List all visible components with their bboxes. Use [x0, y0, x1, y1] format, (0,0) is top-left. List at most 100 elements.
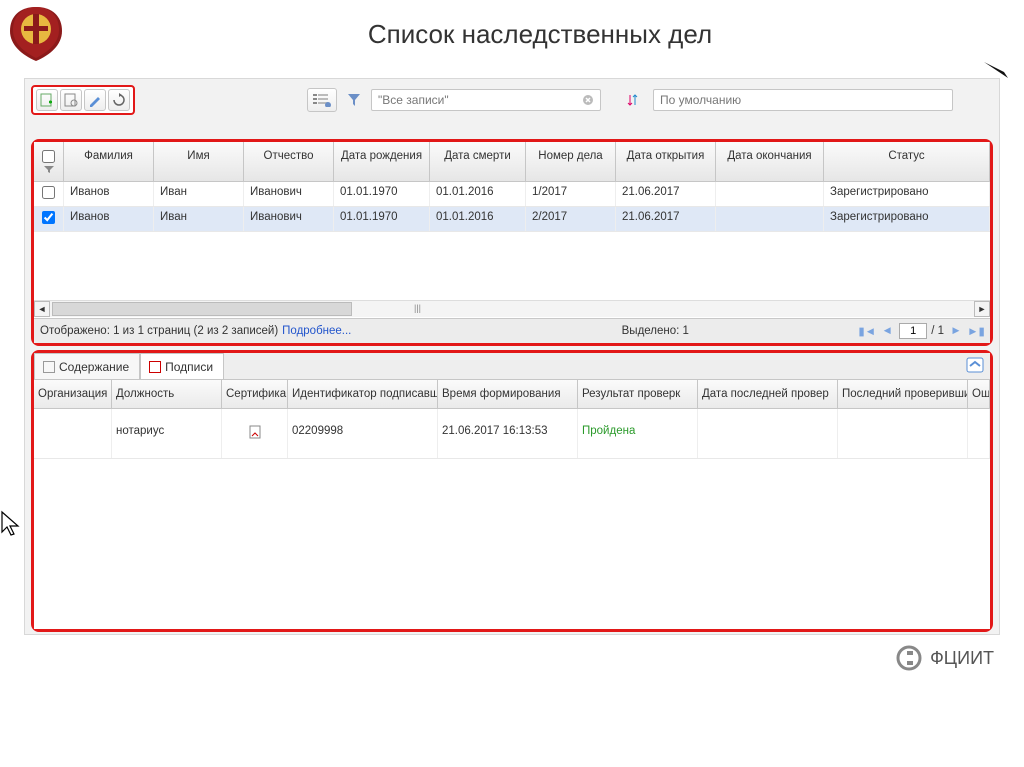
first-page-button[interactable]: ▮◄ [859, 323, 875, 339]
col-last[interactable]: Дата последней провер [698, 380, 838, 408]
col-id[interactable]: Идентификатор подписавш [288, 380, 438, 408]
cell-opened: 21.06.2017 [616, 207, 716, 231]
cell-time: 21.06.2017 16:13:53 [438, 409, 578, 458]
scroll-right-icon[interactable]: ► [974, 301, 990, 317]
cell-who [838, 409, 968, 458]
sort-dropdown[interactable]: По умолчанию [653, 89, 953, 111]
table-row[interactable]: Иванов Иван Иванович 01.01.1970 01.01.20… [34, 207, 990, 232]
cell-death: 01.01.2016 [430, 182, 526, 206]
main-panel: "Все записи" По умолчанию Фамилия Имя От… [24, 78, 1000, 635]
cell-birth: 01.01.1970 [334, 207, 430, 231]
add-button[interactable] [36, 89, 58, 111]
filter-dropdown[interactable]: "Все записи" [371, 89, 601, 111]
org-logo [6, 4, 66, 64]
cell-patronymic: Иванович [244, 182, 334, 206]
grid-header: Фамилия Имя Отчество Дата рождения Дата … [34, 142, 990, 182]
col-res[interactable]: Результат проверк [578, 380, 698, 408]
cell-status: Зарегистрировано [824, 207, 990, 231]
col-opened[interactable]: Дата открытия [616, 142, 716, 181]
cell-id: 02209998 [288, 409, 438, 458]
cell-closed [716, 207, 824, 231]
detail-empty-space [34, 459, 990, 629]
col-surname[interactable]: Фамилия [64, 142, 154, 181]
brand-logo-icon [896, 645, 922, 671]
col-name[interactable]: Имя [154, 142, 244, 181]
main-grid: Фамилия Имя Отчество Дата рождения Дата … [31, 139, 993, 346]
cell-caseno: 2/2017 [526, 207, 616, 231]
row-checkbox[interactable] [42, 186, 55, 199]
action-buttons [31, 85, 135, 115]
detail-header: Организация Должность Сертифика Идентифи… [34, 380, 990, 409]
displayed-label: Отображено: 1 из 1 страниц (2 из 2 запис… [40, 325, 278, 337]
filter-col-icon[interactable] [43, 165, 55, 173]
scroll-mark: ||| [414, 303, 421, 313]
cell-surname: Иванов [64, 182, 154, 206]
cell-surname: Иванов [64, 207, 154, 231]
select-all-checkbox[interactable] [42, 150, 55, 163]
col-caseno[interactable]: Номер дела [526, 142, 616, 181]
detail-panel: Содержание Подписи Организация Должность… [31, 350, 993, 632]
signature-tab-icon [149, 361, 161, 373]
col-pos[interactable]: Должность [112, 380, 222, 408]
col-patronymic[interactable]: Отчество [244, 142, 334, 181]
detail-row[interactable]: нотариус 02209998 21.06.2017 16:13:53 Пр… [34, 409, 990, 459]
cell-name: Иван [154, 182, 244, 206]
more-link[interactable]: Подробнее... [282, 325, 351, 337]
next-page-button[interactable]: ► [948, 323, 964, 339]
pager: ▮◄ ◄ / 1 ► ►▮ [859, 323, 984, 339]
cell-death: 01.01.2016 [430, 207, 526, 231]
list-view-button[interactable] [307, 88, 337, 112]
col-birth[interactable]: Дата рождения [334, 142, 430, 181]
page-input[interactable] [899, 323, 927, 339]
cell-result: Пройдена [578, 409, 698, 458]
grid-body: Иванов Иван Иванович 01.01.1970 01.01.20… [34, 182, 990, 300]
view-button[interactable] [60, 89, 82, 111]
content-tab-icon [43, 361, 55, 373]
page-footer: ФЦИИТ [0, 635, 1024, 681]
horizontal-scrollbar[interactable]: ◄ ||| ► [34, 300, 990, 318]
certificate-icon[interactable] [249, 425, 261, 439]
col-org[interactable]: Организация [34, 380, 112, 408]
page-title: Список наследственных дел [66, 19, 1014, 50]
col-who[interactable]: Последний проверивший [838, 380, 968, 408]
cell-patronymic: Иванович [244, 207, 334, 231]
edit-button[interactable] [84, 89, 106, 111]
tab-signatures[interactable]: Подписи [140, 353, 224, 379]
cell-cert [222, 409, 288, 458]
row-checkbox[interactable] [42, 211, 55, 224]
col-checkbox [34, 142, 64, 181]
filter-label: "Все записи" [378, 93, 449, 107]
scroll-thumb[interactable] [52, 302, 352, 316]
filter-icon[interactable] [343, 89, 365, 111]
cell-closed [716, 182, 824, 206]
tab-label: Содержание [59, 360, 129, 374]
sort-icon[interactable] [623, 89, 645, 111]
col-time[interactable]: Время формирования [438, 380, 578, 408]
clear-filter-icon[interactable] [582, 94, 594, 106]
detail-tabs: Содержание Подписи [34, 353, 990, 380]
cell-birth: 01.01.1970 [334, 182, 430, 206]
col-status[interactable]: Статус [824, 142, 990, 181]
cell-status: Зарегистрировано [824, 182, 990, 206]
cell-org [34, 409, 112, 458]
refresh-button[interactable] [108, 89, 130, 111]
cell-name: Иван [154, 207, 244, 231]
col-death[interactable]: Дата смерти [430, 142, 526, 181]
last-page-button[interactable]: ►▮ [968, 323, 984, 339]
col-err[interactable]: Оши [968, 380, 990, 408]
collapse-button[interactable] [966, 357, 984, 376]
grid-footer: Отображено: 1 из 1 страниц (2 из 2 запис… [34, 318, 990, 343]
total-pages-label: / 1 [931, 325, 944, 337]
cursor-icon [0, 510, 22, 541]
selected-label: Выделено: 1 [451, 325, 859, 337]
cell-caseno: 1/2017 [526, 182, 616, 206]
table-row[interactable]: Иванов Иван Иванович 01.01.1970 01.01.20… [34, 182, 990, 207]
sort-label: По умолчанию [660, 93, 741, 107]
cell-last [698, 409, 838, 458]
prev-page-button[interactable]: ◄ [879, 323, 895, 339]
col-closed[interactable]: Дата окончания [716, 142, 824, 181]
brand-label: ФЦИИТ [930, 648, 994, 669]
tab-content[interactable]: Содержание [34, 353, 140, 379]
col-cert[interactable]: Сертифика [222, 380, 288, 408]
scroll-left-icon[interactable]: ◄ [34, 301, 50, 317]
